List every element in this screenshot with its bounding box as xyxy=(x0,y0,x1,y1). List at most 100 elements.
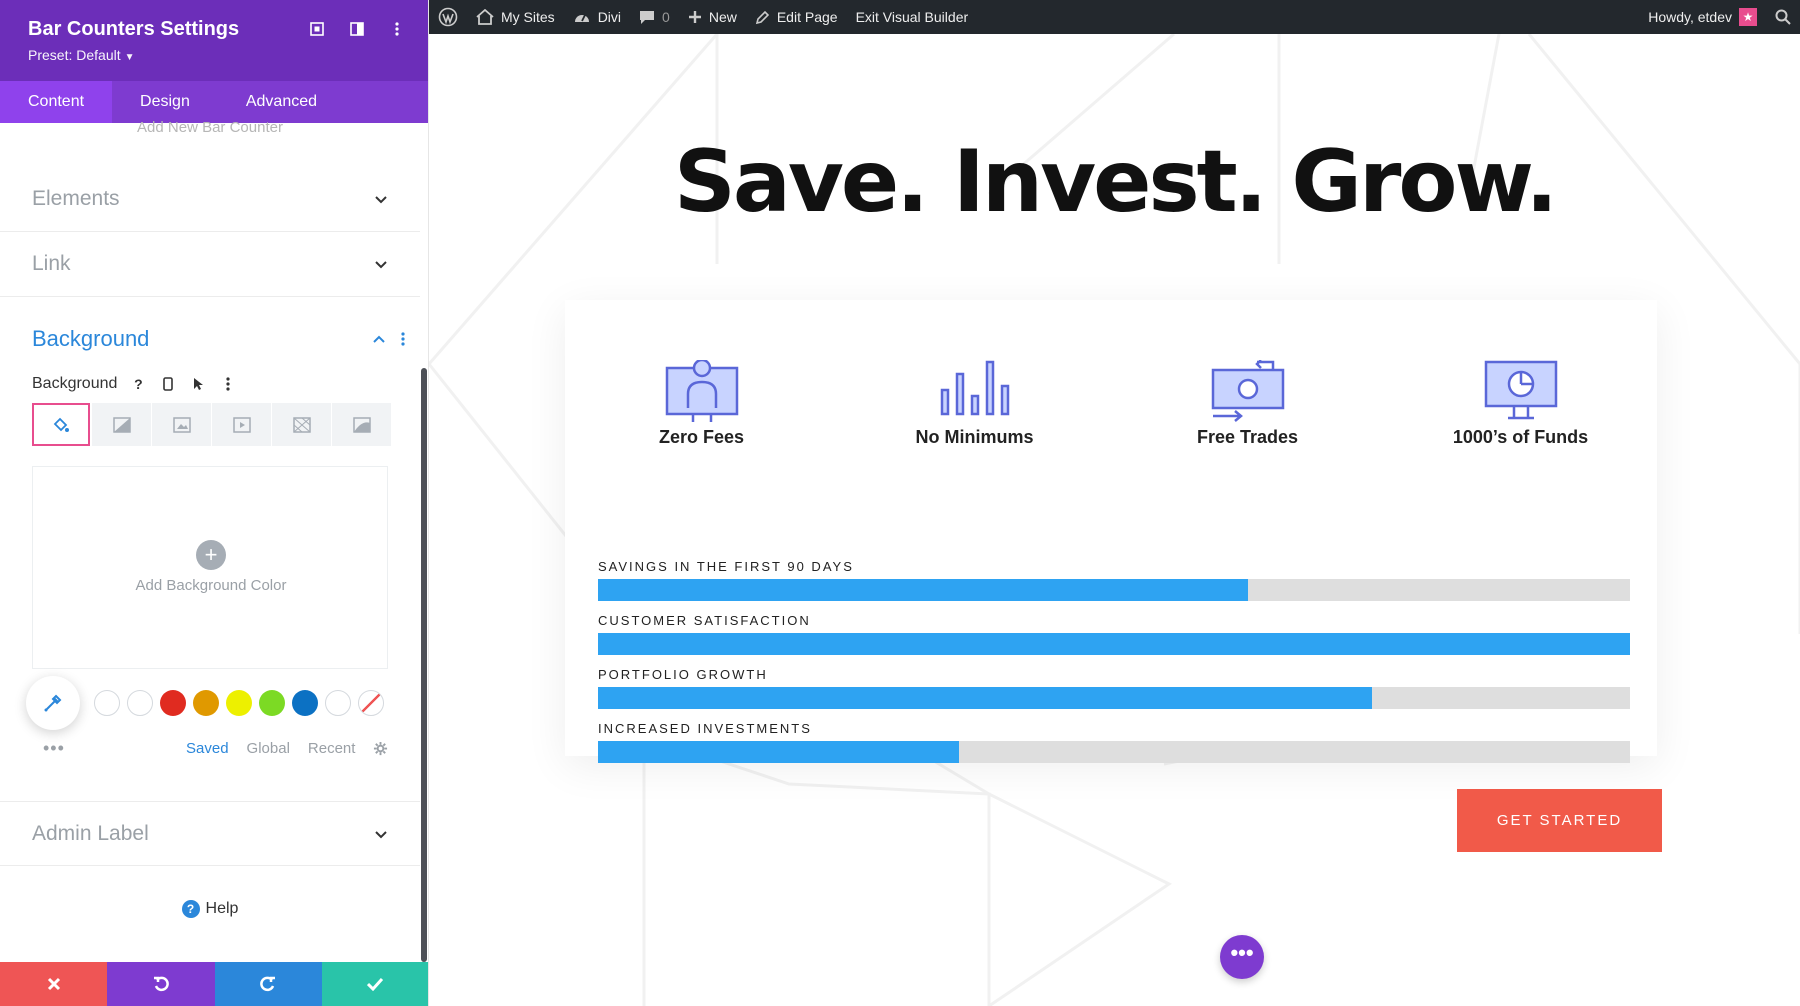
bg-video-tab[interactable] xyxy=(212,403,271,446)
my-sites-menu[interactable]: My Sites xyxy=(467,0,564,34)
section-elements[interactable]: Elements xyxy=(0,167,420,232)
color-swatch[interactable] xyxy=(292,690,318,716)
page-canvas: Save. Invest. Grow. Zero Fees No Minimum… xyxy=(429,34,1800,1006)
swatch-tab-global[interactable]: Global xyxy=(247,740,290,757)
color-swatch[interactable] xyxy=(127,690,153,716)
bar-label: PORTFOLIO GROWTH xyxy=(598,667,768,682)
swatch-tab-recent[interactable]: Recent xyxy=(308,740,356,757)
comments-menu[interactable]: 0 xyxy=(630,0,679,34)
bar-track xyxy=(598,633,1630,655)
pencil-icon xyxy=(755,10,769,24)
plus-icon xyxy=(688,11,701,23)
background-field-row: Background ? xyxy=(32,375,237,393)
tab-design[interactable]: Design xyxy=(112,81,218,123)
bg-mask-tab[interactable] xyxy=(332,403,391,446)
get-started-button[interactable]: GET STARTED xyxy=(1457,789,1662,852)
site-name-label: Divi xyxy=(597,9,622,25)
feature-label: No Minimums xyxy=(915,427,1034,447)
more-options-icon[interactable] xyxy=(388,20,406,38)
color-swatch[interactable] xyxy=(94,690,120,716)
preset-dropdown[interactable]: Preset: Default ▼ xyxy=(28,47,400,63)
redo-button[interactable] xyxy=(214,962,322,1006)
dashboard-gauge-icon xyxy=(574,14,589,22)
caret-down-icon: ▼ xyxy=(124,52,135,63)
pattern-icon xyxy=(292,416,311,433)
swatch-more-icon[interactable]: ••• xyxy=(43,738,65,759)
video-icon xyxy=(232,416,251,433)
color-swatch[interactable] xyxy=(226,690,252,716)
tab-advanced[interactable]: Advanced xyxy=(218,81,345,123)
undo-button[interactable] xyxy=(107,962,215,1006)
chevron-up-icon[interactable] xyxy=(372,332,386,346)
add-background-color-label[interactable]: Add Background Color xyxy=(33,577,389,594)
wordpress-logo-button[interactable] xyxy=(429,0,467,34)
swatch-tab-saved[interactable]: Saved xyxy=(186,740,229,757)
add-color-plus-icon[interactable]: + xyxy=(196,540,226,570)
section-link[interactable]: Link xyxy=(0,232,420,297)
bar-fill xyxy=(598,687,1372,709)
color-swatch[interactable] xyxy=(193,690,219,716)
avatar: ★ xyxy=(1739,8,1757,26)
bg-image-tab[interactable] xyxy=(152,403,211,446)
bg-color-tab[interactable] xyxy=(32,403,90,446)
bar-label: SAVINGS IN THE FIRST 90 DAYS xyxy=(598,559,854,574)
no-color-swatch-icon[interactable] xyxy=(358,690,384,716)
help-link[interactable]: ? Help xyxy=(0,900,420,918)
user-account-menu[interactable]: Howdy, etdev ★ xyxy=(1639,0,1766,34)
comment-bubble-icon xyxy=(640,11,655,24)
bar-chart-icon xyxy=(940,360,1010,416)
eyedropper-button[interactable] xyxy=(26,676,80,730)
bg-pattern-tab[interactable] xyxy=(272,403,331,446)
hover-cursor-icon[interactable] xyxy=(189,375,207,393)
bar-fill xyxy=(598,741,960,763)
my-sites-label: My Sites xyxy=(501,9,555,25)
help-question-icon[interactable]: ? xyxy=(129,375,147,393)
eyedropper-icon xyxy=(44,694,62,712)
site-menu[interactable]: Divi xyxy=(564,0,630,34)
panel-scrollbar[interactable] xyxy=(421,368,427,962)
edit-page-link[interactable]: Edit Page xyxy=(746,0,847,34)
background-color-area[interactable]: + Add Background Color xyxy=(32,466,388,669)
new-content-menu[interactable]: New xyxy=(679,0,746,34)
section-admin-label-text: Admin Label xyxy=(32,821,149,845)
help-label: Help xyxy=(205,900,239,917)
bar-track xyxy=(598,687,1630,709)
discard-button[interactable] xyxy=(0,962,108,1006)
checkmark-icon xyxy=(367,977,384,991)
save-button[interactable] xyxy=(321,962,428,1006)
howdy-label: Howdy, etdev xyxy=(1648,9,1732,25)
background-type-tabs xyxy=(32,403,392,446)
color-swatch[interactable] xyxy=(325,690,351,716)
preset-label: Preset: Default xyxy=(28,47,121,63)
tab-content[interactable]: Content xyxy=(0,81,113,123)
admin-search-button[interactable] xyxy=(1766,0,1800,34)
page-headline: Save. Invest. Grow. xyxy=(673,132,1558,232)
close-icon xyxy=(47,977,60,991)
field-options-icon[interactable] xyxy=(219,375,237,393)
gear-icon[interactable] xyxy=(373,741,388,756)
color-swatch[interactable] xyxy=(160,690,186,716)
expand-icon[interactable] xyxy=(308,20,326,38)
color-swatches xyxy=(94,690,384,716)
bar-counter: PORTFOLIO GROWTH xyxy=(598,667,1630,709)
bg-gradient-tab[interactable] xyxy=(92,403,151,446)
section-admin-label[interactable]: Admin Label xyxy=(0,801,420,866)
add-new-bar-counter-link[interactable]: Add New Bar Counter xyxy=(0,119,420,136)
page-settings-fab[interactable]: ••• xyxy=(1220,935,1264,979)
exit-visual-builder-link[interactable]: Exit Visual Builder xyxy=(847,0,978,34)
bar-fill xyxy=(598,633,1630,655)
comments-count: 0 xyxy=(662,9,670,25)
swatch-tabs: Saved Global Recent xyxy=(186,740,388,757)
section-options-icon[interactable] xyxy=(401,332,405,346)
redo-icon xyxy=(260,976,276,992)
bar-counter: CUSTOMER SATISFACTION xyxy=(598,613,1630,655)
color-swatch[interactable] xyxy=(259,690,285,716)
mobile-device-icon[interactable] xyxy=(159,375,177,393)
bar-fill xyxy=(598,579,1249,601)
section-background-label[interactable]: Background xyxy=(32,326,149,352)
gradient-icon xyxy=(112,416,131,433)
background-field-label: Background xyxy=(32,375,118,392)
paint-bucket-icon xyxy=(53,417,69,432)
section-link-label: Link xyxy=(32,252,71,275)
split-view-icon[interactable] xyxy=(348,20,366,38)
